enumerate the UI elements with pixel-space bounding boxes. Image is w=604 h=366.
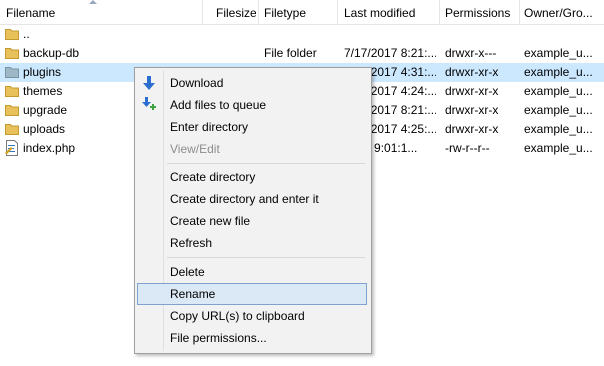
list-item-parent[interactable]: .. bbox=[0, 25, 604, 44]
file-permissions: -rw-r--r-- bbox=[445, 141, 490, 155]
file-owner: example_u... bbox=[524, 103, 593, 117]
menu-item-label: Add files to queue bbox=[170, 98, 267, 112]
folder-icon bbox=[5, 29, 19, 40]
column-header: Filename Filesize Filetype Last modified… bbox=[0, 0, 604, 25]
list-item-backup-db[interactable]: backup-db File folder 7/17/2017 8:21:...… bbox=[0, 44, 604, 63]
file-owner: example_u... bbox=[524, 46, 593, 60]
menu-item-label: Create directory and enter it bbox=[170, 192, 319, 206]
menu-item-label: Copy URL(s) to clipboard bbox=[170, 309, 305, 323]
column-last-modified[interactable]: Last modified bbox=[344, 0, 436, 24]
menu-item-create-directory-enter[interactable]: Create directory and enter it bbox=[137, 188, 367, 210]
download-arrow-icon bbox=[143, 76, 155, 90]
file-permissions: drwxr-xr-x bbox=[445, 103, 499, 117]
menu-item-label: Delete bbox=[170, 265, 205, 279]
menu-item-refresh[interactable]: Refresh bbox=[137, 232, 367, 254]
menu-separator bbox=[167, 257, 365, 258]
menu-item-create-new-file[interactable]: Create new file bbox=[137, 210, 367, 232]
column-owner[interactable]: Owner/Gro... bbox=[524, 0, 602, 24]
menu-item-label: File permissions... bbox=[170, 331, 267, 345]
menu-separator bbox=[167, 163, 365, 164]
sort-ascending-icon bbox=[89, 0, 97, 4]
menu-item-add-to-queue[interactable]: Add files to queue bbox=[137, 94, 367, 116]
column-divider[interactable] bbox=[202, 0, 203, 24]
column-filename[interactable]: Filename bbox=[6, 0, 196, 24]
column-filesize[interactable]: Filesize bbox=[216, 0, 256, 24]
menu-item-label: Download bbox=[170, 76, 224, 90]
file-permissions: drwxr-xr-x bbox=[445, 84, 499, 98]
file-permissions: drwxr-x--- bbox=[445, 46, 497, 60]
menu-item-label: Rename bbox=[170, 287, 216, 301]
menu-item-create-directory[interactable]: Create directory bbox=[137, 166, 367, 188]
file-permissions: drwxr-xr-x bbox=[445, 122, 499, 136]
column-divider[interactable] bbox=[439, 0, 440, 24]
column-filetype[interactable]: Filetype bbox=[264, 0, 334, 24]
menu-item-delete[interactable]: Delete bbox=[137, 261, 367, 283]
column-divider[interactable] bbox=[258, 0, 259, 24]
column-divider[interactable] bbox=[337, 0, 338, 24]
menu-item-rename[interactable]: Rename bbox=[137, 283, 367, 305]
menu-item-file-permissions[interactable]: File permissions... bbox=[137, 327, 367, 349]
folder-icon bbox=[5, 124, 19, 135]
php-file-icon bbox=[5, 140, 18, 156]
file-owner: example_u... bbox=[524, 84, 593, 98]
file-owner: example_u... bbox=[524, 141, 593, 155]
column-divider[interactable] bbox=[519, 0, 520, 24]
file-name: backup-db bbox=[23, 46, 80, 60]
menu-item-label: Create new file bbox=[170, 214, 251, 228]
menu-item-view-edit: View/Edit bbox=[137, 138, 367, 160]
menu-item-label: Refresh bbox=[170, 236, 213, 250]
file-owner: example_u... bbox=[524, 122, 593, 136]
folder-icon bbox=[5, 67, 19, 78]
menu-item-label: Enter directory bbox=[170, 120, 249, 134]
file-modified: 7/17/2017 8:21:... bbox=[344, 46, 436, 60]
menu-item-download[interactable]: Download bbox=[137, 72, 367, 94]
column-permissions[interactable]: Permissions bbox=[445, 0, 517, 24]
folder-icon bbox=[5, 86, 19, 97]
context-menu: Download Add files to queue Enter direct… bbox=[134, 67, 372, 354]
menu-item-label: Create directory bbox=[170, 170, 256, 184]
file-owner: example_u... bbox=[524, 65, 593, 79]
file-type: File folder bbox=[264, 46, 317, 60]
folder-icon bbox=[5, 48, 19, 59]
file-name: .. bbox=[23, 27, 30, 41]
add-to-queue-icon bbox=[142, 97, 156, 110]
menu-item-copy-url[interactable]: Copy URL(s) to clipboard bbox=[137, 305, 367, 327]
folder-icon bbox=[5, 105, 19, 116]
menu-item-enter-directory[interactable]: Enter directory bbox=[137, 116, 367, 138]
menu-item-label: View/Edit bbox=[170, 142, 220, 156]
file-permissions: drwxr-xr-x bbox=[445, 65, 499, 79]
